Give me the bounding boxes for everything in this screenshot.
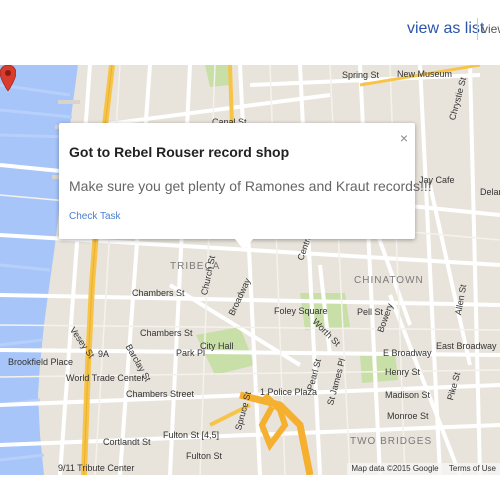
view-as-list-link[interactable]: view as list	[407, 20, 484, 38]
street-label: City Hall	[200, 341, 234, 351]
street-label: Madison St	[385, 390, 431, 400]
street-label: Brookfield Place	[8, 357, 74, 367]
top-bar: view as list view	[0, 0, 500, 65]
street-label: Chambers St	[140, 328, 193, 338]
street-label: East Broadway	[436, 341, 497, 351]
neighborhood-label: CHINATOWN	[354, 275, 424, 286]
street-label: Foley Square	[274, 306, 328, 316]
info-window-description: Make sure you get plenty of Ramones and …	[69, 178, 432, 194]
view-map-link[interactable]: view	[482, 22, 500, 36]
street-label: Henry St	[385, 367, 421, 377]
street-label: E Broadway	[383, 348, 432, 358]
map-data-credit: Map data ©2015 Google	[351, 464, 439, 473]
street-label: Fulton St	[186, 451, 223, 461]
view-separator	[477, 18, 478, 40]
map-canvas[interactable]: Spring St New Museum Canal St Chrystie S…	[0, 65, 500, 475]
highway-shield: 9A	[98, 349, 110, 359]
info-window: × Got to Rebel Rouser record shop Make s…	[59, 123, 432, 250]
terms-of-use-link[interactable]: Terms of Use	[449, 464, 496, 473]
map-attribution: Map data ©2015 Google Terms of Use	[347, 463, 500, 475]
info-window-tail	[235, 239, 253, 250]
map-pin-icon[interactable]	[0, 65, 16, 91]
street-label: Fulton St [4,5]	[163, 430, 220, 440]
check-task-link[interactable]: Check Task	[69, 211, 121, 222]
close-icon[interactable]: ×	[400, 131, 408, 145]
street-label: Spring St	[342, 70, 380, 80]
street-label: New Museum	[397, 69, 453, 79]
street-label: World Trade Center	[66, 373, 145, 383]
info-window-title: Got to Rebel Rouser record shop	[69, 144, 290, 160]
street-label: 9/11 Tribute Center	[58, 463, 135, 473]
street-label: Monroe St	[387, 411, 429, 421]
street-label: Delan	[480, 187, 500, 197]
street-label: Chambers Street	[126, 389, 195, 399]
street-label: Pell St	[357, 307, 384, 317]
neighborhood-label: TWO BRIDGES	[350, 436, 433, 447]
street-label: Chambers St	[132, 288, 185, 298]
street-label: Cortlandt St	[103, 437, 151, 447]
